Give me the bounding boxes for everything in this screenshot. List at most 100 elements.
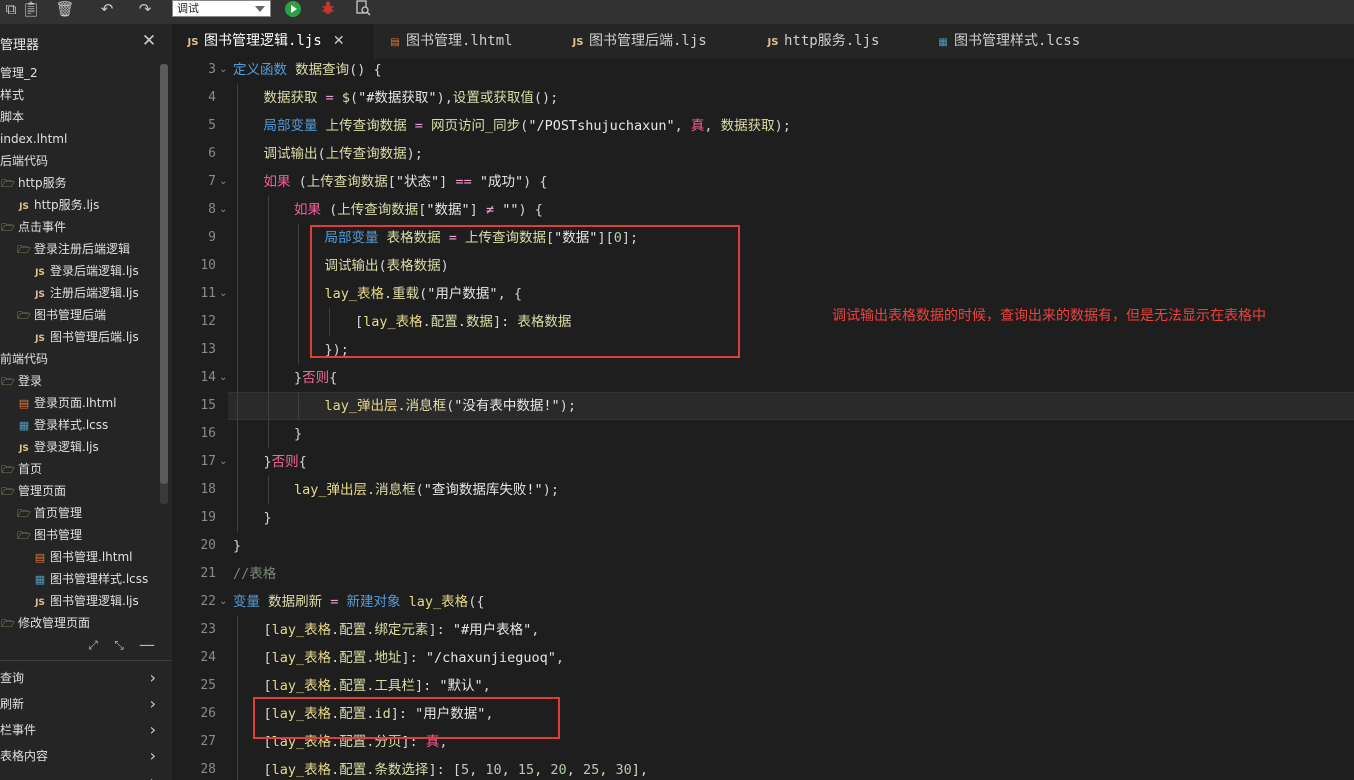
code-token: $	[341, 90, 351, 106]
run-config-select[interactable]: 调试	[172, 0, 271, 17]
clipboard-icon[interactable]: 📋︎	[20, 0, 42, 18]
code-token: [	[387, 174, 396, 190]
tree-item[interactable]: ▤ 图书管理.lhtml	[0, 546, 160, 568]
tree-item[interactable]: 🗁︎ 首页管理	[0, 502, 160, 524]
undo-icon[interactable]: ↶	[96, 0, 118, 18]
code-editor[interactable]: 3 ⌄ 定义函数 数据查询() {4 数据获取 = $("#数据获取"),设置或获取值…	[172, 59, 1354, 780]
annotation-note: 调试输出表格数据的时候，查询出来的数据有，但是无法显示在表格中	[832, 308, 1266, 324]
tree-item[interactable]: JS http服务.ljs	[0, 194, 160, 216]
code-line[interactable]: 6 调试输出(上传查询数据);	[172, 140, 1354, 168]
tree-item[interactable]: JS 图书管理后端.ljs	[0, 326, 160, 348]
tree-item[interactable]: 🗁︎ 登录	[0, 370, 160, 392]
collapse-all-icon[interactable]: ⤡	[110, 636, 128, 654]
tree-item[interactable]: JS 登录逻辑.ljs	[0, 436, 160, 458]
code-text: }否则{	[294, 364, 337, 392]
tree-item[interactable]: 🗁︎ 首页	[0, 458, 160, 480]
code-line[interactable]: 28 [lay_表格.配置.条数选择]: [5, 10, 15, 20, 25, …	[172, 756, 1354, 780]
tree-item[interactable]: 🗁︎ 管理页面	[0, 480, 160, 502]
code-token: [	[263, 650, 272, 666]
tree-item[interactable]: JS 登录后端逻辑.ljs	[0, 260, 160, 282]
tree-item[interactable]: ▤ 登录页面.lhtml	[0, 392, 160, 414]
code-line[interactable]: 18 lay_弹出层.消息框("查询数据库失败!");	[172, 476, 1354, 504]
outline-section[interactable]: 表格内容 ›	[0, 743, 168, 769]
outline-section[interactable]: 查询 ›	[0, 665, 168, 691]
tree-item[interactable]: 🗁︎ 修改管理页面	[0, 612, 160, 634]
close-icon[interactable]: ✕	[140, 32, 158, 50]
code-line[interactable]: 14 ⌄}否则{	[172, 364, 1354, 392]
outline-section[interactable]: 栏事件 ›	[0, 717, 168, 743]
editor-tab[interactable]: ▤ 图书管理.lhtml	[374, 24, 534, 59]
code-line[interactable]: 5 局部变量 上传查询数据 = 网页访问_同步("/POSTshujuchaxun…	[172, 112, 1354, 140]
line-number: 11	[200, 286, 216, 301]
html-file-icon: ▤	[390, 37, 400, 48]
tree-item[interactable]: JS 图书管理逻辑.ljs	[0, 590, 160, 612]
indent-guide	[237, 84, 238, 112]
copy-icon[interactable]: ⧉	[0, 0, 22, 18]
tree-item[interactable]: 🗁︎ http服务	[0, 172, 160, 194]
highlight-box	[310, 225, 740, 358]
debug-icon[interactable]	[317, 0, 339, 18]
tree-item[interactable]: ▦ 图书管理样式.lcss	[0, 568, 160, 590]
scrollbar-thumb[interactable]	[160, 64, 168, 484]
tree-item[interactable]: JS 注册后端逻辑.ljs	[0, 282, 160, 304]
tree-item[interactable]: 🗁︎ 点击事件	[0, 216, 160, 238]
editor-tab[interactable]: ▦ 图书管理样式.lcss	[922, 24, 1142, 59]
tree-item[interactable]: 脚本	[0, 106, 160, 128]
fold-chevron-icon[interactable]: ⌄	[219, 177, 227, 187]
run-icon[interactable]	[282, 0, 304, 18]
code-line[interactable]: 24 [lay_表格.配置.地址]: "/chaxunjieguoq",	[172, 644, 1354, 672]
code-token: 30	[615, 762, 632, 778]
fold-chevron-icon[interactable]: ⌄	[219, 205, 227, 215]
editor-tab[interactable]: JS http服务.ljs	[752, 24, 902, 59]
tree-item[interactable]: 后端代码	[0, 150, 160, 172]
tree-item[interactable]: index.lhtml	[0, 128, 160, 150]
redo-icon[interactable]: ↷	[134, 0, 156, 18]
code-line[interactable]: 20}	[172, 532, 1354, 560]
code-line[interactable]: 25 [lay_表格.配置.工具栏]: "默认",	[172, 672, 1354, 700]
folder-icon: 🗁︎	[1, 375, 15, 388]
code-line[interactable]: 3 ⌄ 定义函数 数据查询() {	[172, 59, 1354, 84]
tree-item[interactable]: 管理_2	[0, 62, 160, 84]
tree-item[interactable]: 样式	[0, 84, 160, 106]
tree-item[interactable]: 前端代码	[0, 348, 160, 370]
code-line[interactable]: 4 数据获取 = $("#数据获取"),设置或获取值();	[172, 84, 1354, 112]
editor-tab[interactable]: JS 图书管理逻辑.ljs ✕	[172, 24, 374, 59]
code-text: }	[264, 504, 272, 532]
code-token: ]:	[414, 678, 440, 694]
fold-chevron-icon[interactable]: ⌄	[219, 65, 227, 75]
code-line[interactable]: 23 [lay_表格.配置.绑定元素]: "#用户表格",	[172, 616, 1354, 644]
search-doc-icon[interactable]	[352, 0, 374, 18]
code-line[interactable]: 7 ⌄ 如果 (上传查询数据["状态"] == "成功") {	[172, 168, 1354, 196]
code-token: }	[233, 538, 242, 554]
fold-chevron-icon[interactable]: ⌄	[219, 373, 227, 383]
outline-section[interactable]: ›	[0, 769, 168, 780]
code-line[interactable]: 16}	[172, 420, 1354, 448]
sidebar-scrollbar[interactable]	[160, 64, 168, 504]
code-line[interactable]: 17 ⌄}否则{	[172, 448, 1354, 476]
code-line[interactable]: 21 //表格	[172, 560, 1354, 588]
trash-icon[interactable]: 🗑︎	[54, 0, 76, 18]
outline-section[interactable]: 刷新 ›	[0, 691, 168, 717]
tree-item[interactable]: 🗁︎ 图书管理后端	[0, 304, 160, 326]
tree-item[interactable]: 🗁︎ 图书管理	[0, 524, 160, 546]
line-number: 7	[208, 174, 216, 189]
js-file-icon: JS	[19, 202, 29, 212]
code-token: 数据获取	[263, 90, 318, 106]
tree-item[interactable]: 🗁︎ 登录注册后端逻辑	[0, 238, 160, 260]
code-line[interactable]: 22 ⌄ 变量 数据刷新 = 新建对象 lay_表格({	[172, 588, 1354, 616]
line-number: 12	[200, 314, 216, 329]
line-number: 5	[208, 118, 216, 133]
minimize-icon[interactable]: —	[138, 636, 156, 654]
close-tab-icon[interactable]: ✕	[330, 24, 348, 59]
fold-chevron-icon[interactable]: ⌄	[219, 457, 227, 467]
editor-tab[interactable]: JS 图书管理后端.ljs	[557, 24, 747, 59]
fold-chevron-icon[interactable]: ⌄	[219, 597, 227, 607]
expand-icon[interactable]: ⤢	[84, 636, 102, 654]
code-line[interactable]: 15 lay_弹出层.消息框("没有表中数据!");	[172, 392, 1354, 420]
code-line[interactable]: 19}	[172, 504, 1354, 532]
fold-chevron-icon[interactable]: ⌄	[219, 289, 227, 299]
tree-item[interactable]: ▦ 登录样式.lcss	[0, 414, 160, 436]
code-line[interactable]: 8 ⌄ 如果 (上传查询数据["数据"] ≠ "") {	[172, 196, 1354, 224]
folder-icon: 🗁︎	[17, 243, 31, 256]
indent-guide	[237, 112, 238, 140]
